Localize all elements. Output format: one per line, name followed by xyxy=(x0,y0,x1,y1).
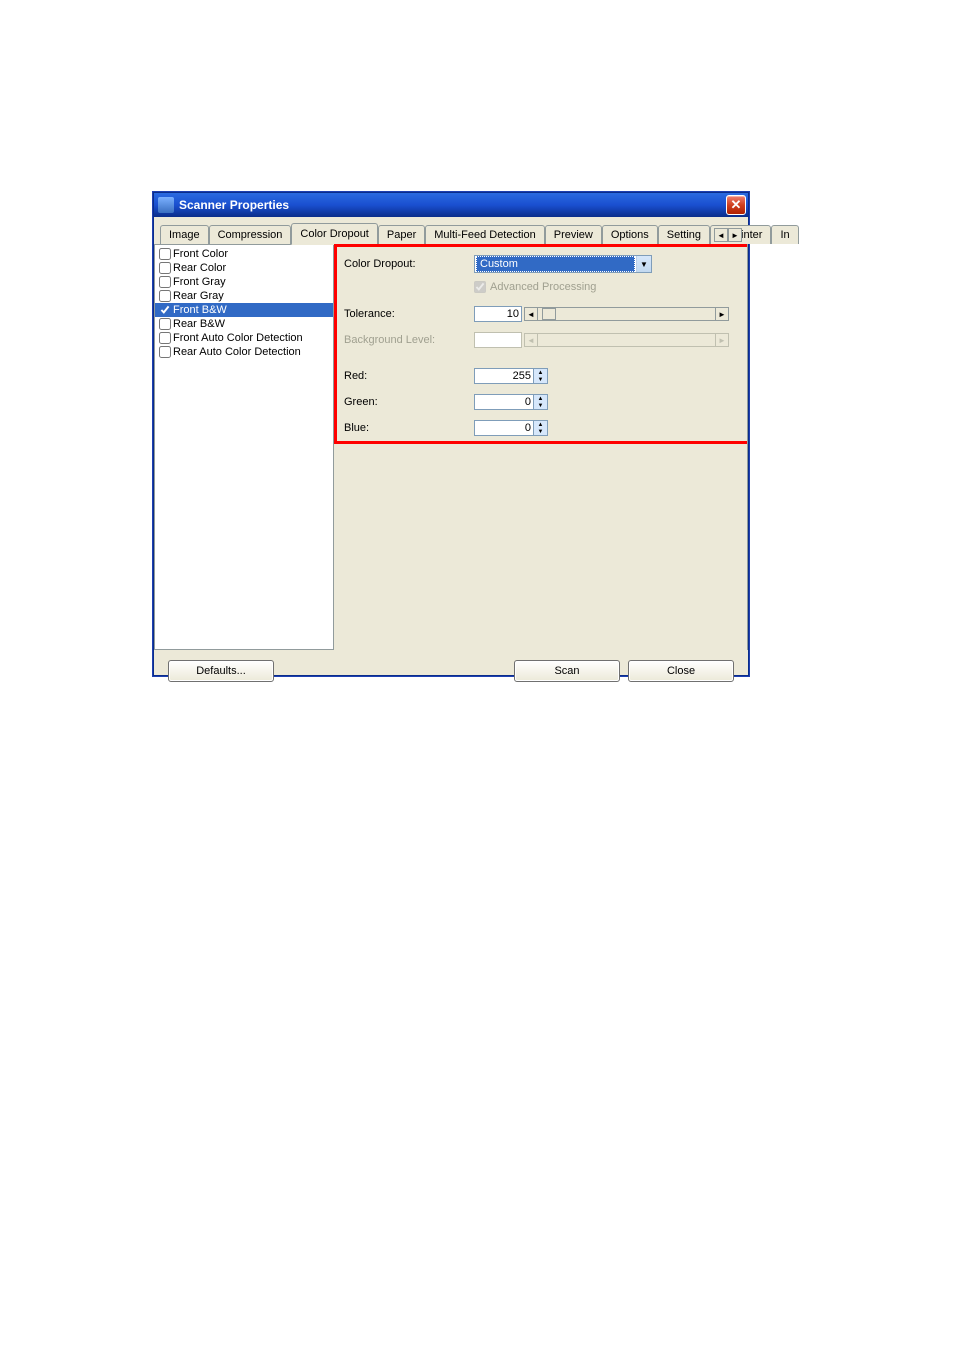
label-color-dropout: Color Dropout: xyxy=(344,258,474,270)
chevron-down-icon[interactable]: ▼ xyxy=(636,256,651,272)
green-spinner: ▲ ▼ xyxy=(534,394,548,410)
spinner-up-icon[interactable]: ▲ xyxy=(534,395,547,402)
checkbox-rear-bw[interactable] xyxy=(159,318,171,330)
sidebar-label: Rear Auto Color Detection xyxy=(173,346,301,358)
close-icon[interactable]: ✕ xyxy=(726,195,746,215)
sidebar-item-rear-bw[interactable]: Rear B&W xyxy=(155,317,333,331)
slider-right-icon[interactable]: ► xyxy=(715,307,729,321)
tab-color-dropout[interactable]: Color Dropout xyxy=(291,223,377,245)
sidebar-label: Rear B&W xyxy=(173,318,225,330)
label-advanced-processing: Advanced Processing xyxy=(490,281,596,293)
checkbox-rear-gray[interactable] xyxy=(159,290,171,302)
dropdown-value: Custom xyxy=(476,256,635,272)
tab-preview[interactable]: Preview xyxy=(545,225,602,244)
app-icon xyxy=(158,197,174,213)
tab-paper[interactable]: Paper xyxy=(378,225,425,244)
sidebar-label: Rear Color xyxy=(173,262,226,274)
sidebar-label: Front Gray xyxy=(173,276,226,288)
label-red: Red: xyxy=(344,370,474,382)
spinner-down-icon[interactable]: ▼ xyxy=(534,402,547,409)
slider-left-icon[interactable]: ◄ xyxy=(524,307,538,321)
red-input[interactable] xyxy=(474,368,534,384)
spinner-up-icon[interactable]: ▲ xyxy=(534,421,547,428)
scanner-properties-window: Scanner Properties ✕ Image Compression C… xyxy=(153,192,749,676)
sidebar-item-front-auto[interactable]: Front Auto Color Detection xyxy=(155,331,333,345)
checkbox-front-color[interactable] xyxy=(159,248,171,260)
sidebar-label: Front Color xyxy=(173,248,228,260)
bg-slider xyxy=(538,333,715,347)
tab-scroll-right-icon[interactable]: ► xyxy=(728,228,742,242)
slider-thumb[interactable] xyxy=(542,308,556,320)
sidebar-item-front-gray[interactable]: Front Gray xyxy=(155,275,333,289)
sidebar-item-rear-color[interactable]: Rear Color xyxy=(155,261,333,275)
spinner-up-icon[interactable]: ▲ xyxy=(534,369,547,376)
sidebar-label: Front Auto Color Detection xyxy=(173,332,303,344)
button-bar: Defaults... Scan Close xyxy=(154,650,748,692)
checkbox-rear-color[interactable] xyxy=(159,262,171,274)
tab-setting[interactable]: Setting xyxy=(658,225,710,244)
tab-options[interactable]: Options xyxy=(602,225,658,244)
tab-bar: Image Compression Color Dropout Paper Mu… xyxy=(154,217,748,245)
tolerance-slider[interactable] xyxy=(538,307,715,321)
tab-multi-feed[interactable]: Multi-Feed Detection xyxy=(425,225,545,244)
row-red: Red: ▲ ▼ xyxy=(344,367,729,385)
dropdown-color-dropout[interactable]: Custom ▼ xyxy=(474,255,652,273)
titlebar: Scanner Properties ✕ xyxy=(154,193,748,217)
blue-input[interactable] xyxy=(474,420,534,436)
sidebar: Front Color Rear Color Front Gray Rear G… xyxy=(154,245,334,650)
tab-overflow[interactable]: In xyxy=(771,225,798,244)
row-blue: Blue: ▲ ▼ xyxy=(344,419,729,437)
scan-button[interactable]: Scan xyxy=(514,660,620,682)
checkbox-front-auto[interactable] xyxy=(159,332,171,344)
sidebar-item-rear-gray[interactable]: Rear Gray xyxy=(155,289,333,303)
main-panel: Color Dropout: Custom ▼ Advanced Process… xyxy=(334,245,748,650)
tab-scroll-left-icon[interactable]: ◄ xyxy=(714,228,728,242)
label-blue: Blue: xyxy=(344,422,474,434)
sidebar-label: Front B&W xyxy=(173,304,227,316)
sidebar-label: Rear Gray xyxy=(173,290,224,302)
tab-compression[interactable]: Compression xyxy=(209,225,292,244)
label-background-level: Background Level: xyxy=(344,334,474,346)
checkbox-advanced-processing[interactable] xyxy=(474,281,486,293)
defaults-button[interactable]: Defaults... xyxy=(168,660,274,682)
tab-scroll: ◄ ► xyxy=(714,228,742,242)
label-green: Green: xyxy=(344,396,474,408)
tab-image[interactable]: Image xyxy=(160,225,209,244)
slider-right-icon: ► xyxy=(715,333,729,347)
sidebar-item-rear-auto[interactable]: Rear Auto Color Detection xyxy=(155,345,333,359)
window-title: Scanner Properties xyxy=(179,198,726,212)
row-advanced-processing: Advanced Processing xyxy=(474,281,729,293)
checkbox-front-gray[interactable] xyxy=(159,276,171,288)
bg-level-value xyxy=(474,332,522,348)
label-tolerance: Tolerance: xyxy=(344,308,474,320)
row-green: Green: ▲ ▼ xyxy=(344,393,729,411)
green-input[interactable] xyxy=(474,394,534,410)
content-area: Front Color Rear Color Front Gray Rear G… xyxy=(154,245,748,650)
tolerance-value: 10 xyxy=(474,306,522,322)
row-background-level: Background Level: ◄ ► xyxy=(344,331,729,349)
sidebar-item-front-bw[interactable]: Front B&W xyxy=(155,303,333,317)
red-spinner: ▲ ▼ xyxy=(534,368,548,384)
blue-spinner: ▲ ▼ xyxy=(534,420,548,436)
sidebar-item-front-color[interactable]: Front Color xyxy=(155,247,333,261)
spinner-down-icon[interactable]: ▼ xyxy=(534,428,547,435)
slider-left-icon: ◄ xyxy=(524,333,538,347)
checkbox-rear-auto[interactable] xyxy=(159,346,171,358)
row-color-dropout: Color Dropout: Custom ▼ xyxy=(344,255,729,273)
spinner-down-icon[interactable]: ▼ xyxy=(534,376,547,383)
checkbox-front-bw[interactable] xyxy=(159,304,171,316)
close-button[interactable]: Close xyxy=(628,660,734,682)
row-tolerance: Tolerance: 10 ◄ ► xyxy=(344,305,729,323)
